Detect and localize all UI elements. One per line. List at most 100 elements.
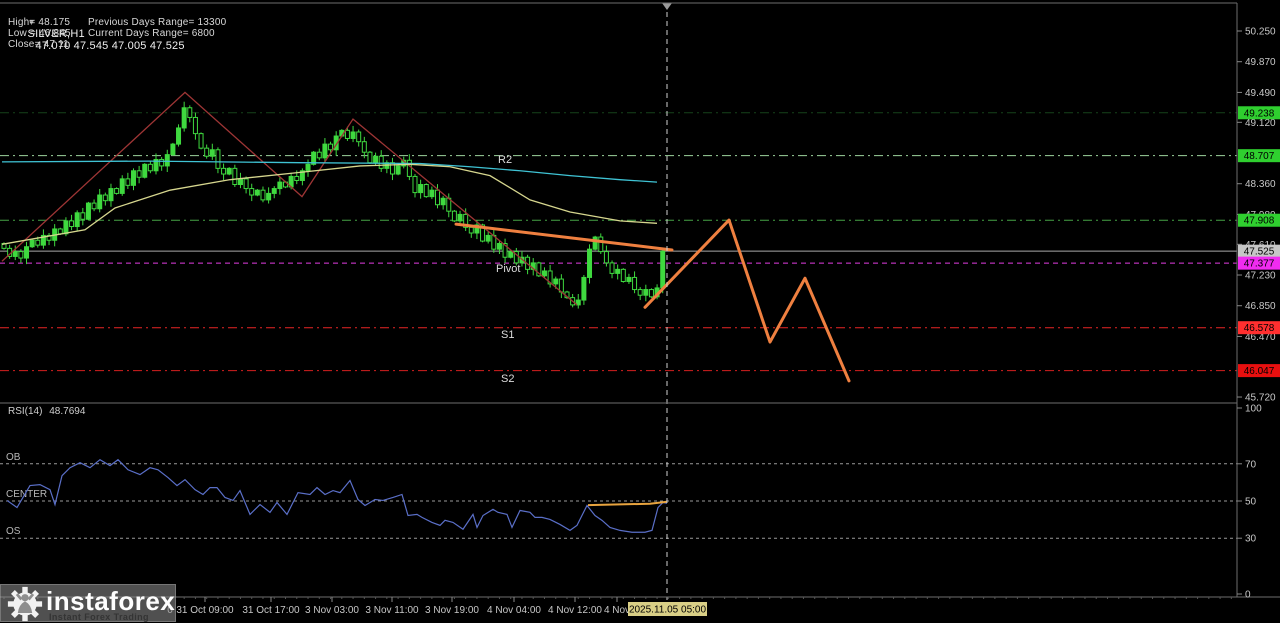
candle-body [362,142,366,153]
pivot-label-R2: R2 [498,154,512,166]
candle-body [661,251,665,288]
gear-icon [5,586,45,622]
candle-body [30,240,34,246]
price-level-label-R2: 48.707 [1244,151,1275,162]
prev-days-range-label: Previous Days Range= 13300 [88,17,226,28]
candle-body [593,237,597,249]
time-tick-label: 31 Oct 09:00 [176,605,234,616]
rsi-tick-label: 100 [1245,404,1262,415]
candle-body [177,128,181,144]
candle-body [430,190,434,196]
rsi-level-label-OB: OB [6,452,21,463]
time-tick-label: 4 Nov [604,605,630,616]
candle-body [222,168,226,174]
chart-canvas[interactable]: R2PivotS1S2OBCENTEROS50.25049.87049.4904… [0,0,1280,623]
candle-body [419,185,423,193]
candle-body [424,185,428,197]
time-tick-label: 4 Nov 04:00 [487,605,541,616]
price-tick-label: 49.870 [1245,57,1276,68]
candle-body [13,252,17,257]
candle-body [250,189,254,195]
rsi-value: 48.7694 [49,406,85,417]
candle-body [374,156,378,162]
candle-body [25,247,29,258]
candle-body [75,213,79,227]
candle-body [126,179,130,185]
price-tick-label: 50.250 [1245,27,1276,38]
candle-body [278,182,282,188]
candle-body [351,132,355,138]
candle-body [329,144,333,150]
candle-body [413,176,417,192]
candle-body [244,179,248,189]
time-tick-label: 3 Nov 03:00 [305,605,359,616]
price-tick-label: 45.720 [1245,393,1276,404]
candle-body [407,160,411,176]
candle-body [131,171,135,186]
price-level-label-R3: 49.238 [1244,108,1275,119]
candle-body [120,179,124,194]
candle-body [469,227,473,233]
pivot-label-S1: S1 [501,329,514,341]
price-level-label-S2: 46.047 [1244,366,1275,377]
price-level-label-R1: 47.908 [1244,216,1275,227]
price-tick-label: 48.360 [1245,179,1276,190]
low-label: Low = 46.845 [8,28,71,39]
candle-body [92,203,96,209]
time-tick-label: 3 Nov 19:00 [425,605,479,616]
candle-body [452,211,456,221]
candle-body [633,277,637,289]
candle-body [554,279,558,284]
curr-days-range-label: Current Days Range= 6800 [88,28,215,39]
candle-body [441,198,445,204]
candle-body [649,290,653,297]
time-tick-label: 3 Nov 11:00 [365,605,419,616]
candle-body [86,203,90,219]
candle-body [604,252,608,263]
candle-body [345,130,349,138]
candle-body [98,195,102,209]
rsi-signal-line [588,502,667,505]
candle-body [616,269,620,273]
price-tick-label: 47.230 [1245,271,1276,282]
rsi-tick-label: 70 [1245,459,1257,470]
candle-body [458,214,462,220]
candle-body [582,277,586,300]
crosshair-top-marker-icon [662,3,672,10]
forecast-projection[interactable] [645,220,849,381]
candle-body [199,134,203,149]
candle-body [143,164,147,177]
rsi-name: RSI(14) [8,406,42,417]
price-level-label-S1: 46.578 [1244,323,1275,334]
candle-body [137,171,141,177]
candle-body [227,168,231,174]
candle-body [306,164,310,170]
candle-body [396,166,400,174]
candle-body [644,290,648,296]
candle-body [81,213,85,219]
candle-body [621,269,625,281]
candle-body [497,244,501,250]
candle-body [610,263,614,274]
rsi-indicator-label: RSI(14) 48.7694 [8,406,85,417]
candle-body [357,132,361,142]
instaforex-logo: instaforex Instant Forex Trading [0,584,176,622]
candle-body [323,144,327,158]
close-label: Close= 47.11 [8,39,69,50]
candle-body [19,252,23,258]
candle-body [64,221,68,234]
candle-body [267,193,271,199]
candle-body [109,189,113,201]
candle-body [188,108,192,118]
candle-body [115,189,119,194]
candle-body [261,190,265,200]
candle-body [148,164,152,170]
crosshair-time-label: 2025.11.05 05:00 [629,605,707,616]
candle-body [160,159,164,165]
candle-body [272,189,276,194]
candle-body [255,190,259,195]
candle-body [542,271,546,276]
price-level-label-Pivot: 47.377 [1244,259,1275,270]
candle-body [165,155,169,166]
rsi-tick-label: 30 [1245,534,1257,545]
